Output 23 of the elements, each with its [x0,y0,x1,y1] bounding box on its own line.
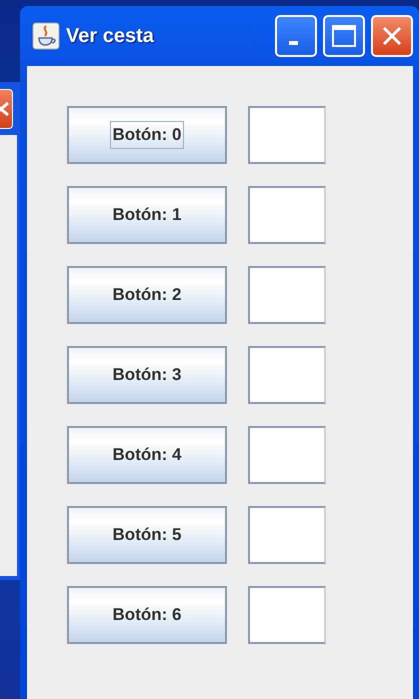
text-field[interactable] [248,266,326,324]
java-icon [32,22,60,50]
minimize-button[interactable] [275,15,317,57]
numbered-button[interactable]: Botón: 3 [67,346,227,404]
window-title: Ver cesta [66,24,155,49]
maximize-button[interactable] [323,15,365,57]
numbered-button[interactable]: Botón: 6 [67,586,227,644]
text-field[interactable] [248,106,326,164]
numbered-button[interactable]: Botón: 1 [67,186,227,244]
close-button[interactable] [0,88,13,128]
text-field[interactable] [248,506,326,564]
text-field[interactable] [248,346,326,404]
numbered-button[interactable]: Botón: 0 [67,106,227,164]
minimize-icon [288,41,298,45]
close-icon [380,24,404,48]
maximize-icon [331,24,357,48]
close-button[interactable] [371,15,413,57]
numbered-button[interactable]: Botón: 2 [67,266,227,324]
numbered-button[interactable]: Botón: 4 [67,426,227,484]
numbered-button[interactable]: Botón: 5 [67,506,227,564]
text-field[interactable] [248,586,326,644]
text-field[interactable] [248,426,326,484]
text-field[interactable] [248,186,326,244]
